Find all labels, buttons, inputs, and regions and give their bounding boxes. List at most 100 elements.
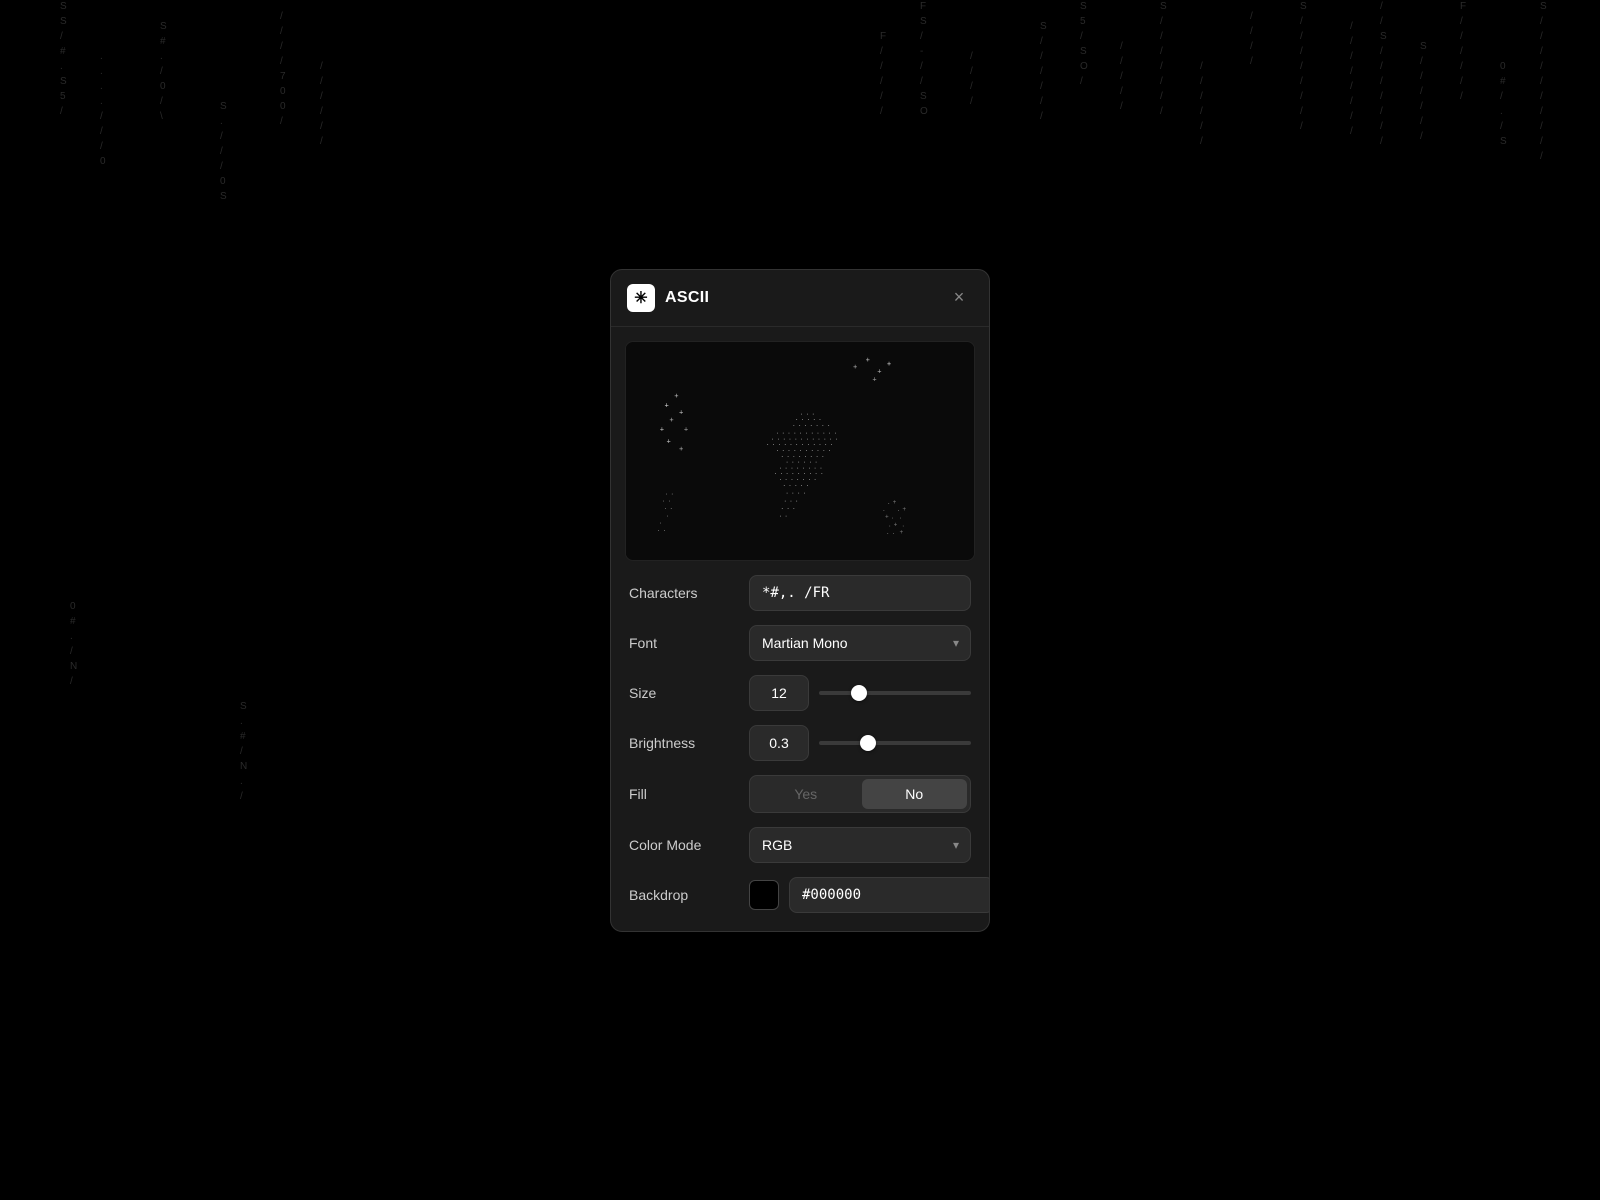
svg-text:.: . — [786, 489, 789, 495]
rain-char: S — [920, 90, 928, 103]
size-label: Size — [629, 685, 749, 701]
rain-char: F — [880, 30, 886, 43]
rain-char: / — [1350, 20, 1353, 33]
rain-char: / — [240, 790, 247, 803]
colormode-dropdown[interactable]: RGB Grayscale Monochrome — [749, 827, 971, 863]
svg-text:+: + — [887, 359, 891, 367]
svg-text:.: . — [791, 489, 794, 495]
colormode-row: Color Mode RGB Grayscale Monochrome ▾ — [629, 827, 971, 863]
svg-text:.: . — [662, 497, 666, 503]
brightness-number-input[interactable] — [749, 725, 809, 761]
fill-no-button[interactable]: No — [862, 779, 968, 809]
svg-text:.: . — [670, 505, 674, 511]
rain-char: / — [220, 145, 227, 158]
rain-char: / — [970, 80, 973, 93]
rain-char: / — [1540, 60, 1547, 73]
svg-text:.: . — [779, 476, 782, 482]
rain-char: / — [1540, 105, 1547, 118]
rain-char: / — [1040, 110, 1047, 123]
brightness-slider[interactable] — [819, 741, 971, 745]
rain-char: / — [1160, 60, 1167, 73]
svg-text:.: . — [798, 421, 801, 427]
font-row: Font Martian Mono Courier New Monaco Con… — [629, 625, 971, 661]
svg-text:.: . — [815, 421, 818, 427]
size-number-input[interactable] — [749, 675, 809, 711]
rain-char: / — [70, 645, 77, 658]
rain-char: / — [1120, 100, 1123, 113]
rain-char: . — [220, 115, 227, 128]
rain-column: ....///0 — [100, 50, 106, 168]
rain-column: S5/SO/ — [1080, 0, 1088, 88]
rain-column: S#./0/\ — [160, 20, 167, 123]
rain-char: / — [1460, 60, 1466, 73]
rain-char: / — [1540, 120, 1547, 133]
rain-char: S — [1540, 0, 1547, 13]
rain-char: / — [1540, 30, 1547, 43]
rain-column: SS/#.S5/ — [60, 0, 67, 118]
rain-char: . — [70, 630, 77, 643]
rain-char: / — [280, 40, 286, 53]
font-dropdown-wrapper: Martian Mono Courier New Monaco Consolas… — [749, 625, 971, 661]
fill-yes-button[interactable]: Yes — [753, 779, 859, 809]
rain-char: / — [70, 675, 77, 688]
rain-char: S — [1160, 0, 1167, 13]
rain-char: # — [60, 45, 67, 58]
svg-text:.: . — [827, 421, 830, 427]
rain-char: 7 — [280, 70, 286, 83]
rain-char: / — [920, 60, 928, 73]
preview-area: + + + + + + + + + + + + + ... — [625, 341, 975, 561]
characters-input-wrapper — [749, 575, 971, 611]
svg-text:.: . — [779, 512, 782, 518]
rain-char: # — [70, 615, 77, 628]
rain-char: O — [1080, 60, 1088, 73]
rain-char: / — [1350, 65, 1353, 78]
size-slider-container — [819, 691, 971, 695]
brightness-slider-container — [819, 741, 971, 745]
rain-column: S////////// — [1540, 0, 1547, 163]
svg-text:.: . — [789, 497, 792, 503]
rain-char: / — [1160, 15, 1167, 28]
svg-text:.: . — [892, 530, 896, 536]
rain-char: / — [320, 60, 323, 73]
rain-char: \ — [160, 110, 167, 123]
close-button[interactable]: × — [945, 284, 973, 312]
rain-column: S.///0S — [220, 100, 227, 203]
svg-text:.: . — [888, 522, 892, 528]
size-slider[interactable] — [819, 691, 971, 695]
font-dropdown[interactable]: Martian Mono Courier New Monaco Consolas — [749, 625, 971, 661]
rain-char: / — [1040, 65, 1047, 78]
brightness-control — [749, 725, 971, 761]
backdrop-color-swatch[interactable] — [749, 880, 779, 910]
svg-text:.: . — [899, 514, 903, 520]
svg-text:.: . — [766, 441, 769, 447]
svg-text:.: . — [886, 530, 890, 536]
rain-char: / — [1500, 120, 1507, 133]
svg-text:.: . — [835, 435, 838, 441]
rain-char: . — [100, 50, 106, 63]
rain-char: S — [1300, 0, 1307, 13]
rain-char: S — [60, 0, 67, 13]
rain-char: / — [1200, 135, 1203, 148]
font-label: Font — [629, 635, 749, 651]
rain-char: / — [220, 130, 227, 143]
rain-char: / — [1380, 120, 1387, 133]
rain-char: S — [1380, 30, 1387, 43]
rain-char: / — [1040, 50, 1047, 63]
svg-text:+: + — [873, 375, 877, 383]
rain-char: / — [1040, 95, 1047, 108]
rain-column: ////// — [1200, 60, 1203, 148]
backdrop-label: Backdrop — [629, 887, 749, 903]
rain-char: / — [1300, 30, 1307, 43]
rain-char: - — [920, 45, 928, 58]
size-row: Size — [629, 675, 971, 711]
rain-char: / — [1380, 0, 1387, 13]
backdrop-hex-input[interactable] — [789, 877, 990, 913]
rain-char: S — [160, 20, 167, 33]
svg-text:.: . — [891, 514, 895, 520]
rain-char: # — [1500, 75, 1507, 88]
svg-text:+: + — [877, 367, 881, 375]
rain-char: / — [1420, 55, 1427, 68]
rain-char: 5 — [1080, 15, 1088, 28]
rain-char: O — [920, 105, 928, 118]
characters-input[interactable] — [749, 575, 971, 611]
